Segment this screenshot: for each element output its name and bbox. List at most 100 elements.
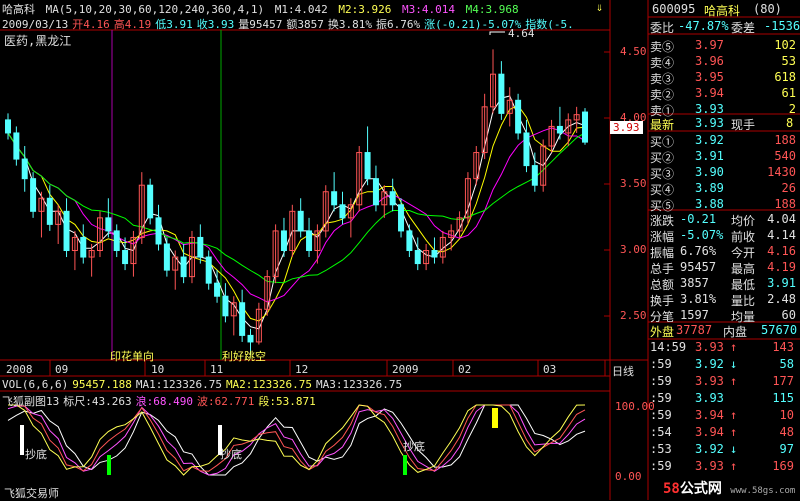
date: 2009/03/13: [2, 18, 69, 31]
indicator-biaochi: 标尺:43.263: [63, 395, 132, 408]
candle-body: [197, 236, 204, 258]
stat-row: 涨跌 -0.21 均价 4.04: [648, 211, 798, 228]
x-label: 10: [151, 363, 165, 376]
candle-body: [414, 250, 421, 265]
ask-row[interactable]: 卖③ 3.95 618: [648, 69, 798, 86]
xianshou-label: 现手: [731, 118, 756, 132]
ma-label: MA(5,10,20,30,60,120,240,360,4,1): [45, 3, 265, 16]
bid-row[interactable]: 买② 3.91 540: [648, 148, 798, 165]
ask-vol: 102: [774, 38, 796, 52]
ma-line: [7, 104, 586, 322]
indicator-lang: 浪:68.490: [135, 395, 193, 408]
vol-value: 95457.188: [72, 378, 132, 391]
tick-price: 3.93: [695, 340, 724, 354]
candle-body: [531, 165, 538, 186]
ma-m3: M3:4.014: [402, 3, 455, 16]
ask-vol: 53: [781, 54, 796, 68]
tick-time: :53: [650, 442, 672, 456]
y-tick: 3.50: [620, 177, 647, 190]
x-label: 2008: [6, 363, 33, 376]
x-label: 09: [55, 363, 69, 376]
ask-vol: 2: [788, 102, 796, 116]
watermark: 58公式网 www.58gs.com: [663, 481, 796, 497]
period-label[interactable]: 日线: [612, 363, 634, 379]
candle-body: [113, 230, 120, 252]
ask-row[interactable]: 卖④ 3.96 53: [648, 53, 798, 70]
tick-vol: 169: [772, 459, 794, 473]
stat-value: 3.91: [767, 276, 796, 290]
indicator-header: 飞狐副图13 标尺:43.263 浪:68.490 波:62.771 段:53.871: [2, 393, 320, 409]
indicator-bo: 波:62.771: [196, 395, 255, 408]
arrow-down-icon[interactable]: ⇓: [596, 0, 603, 14]
stat-value: 6.76%: [680, 244, 717, 258]
moving-average-lines: [7, 95, 586, 330]
candle-body: [239, 302, 246, 336]
amount: 额3857: [286, 18, 324, 31]
annotation-stamp-duty: 印花单向: [110, 350, 154, 363]
max-price-label: 4.64: [508, 27, 535, 40]
max-pointer: [489, 31, 505, 35]
tick-time: :59: [650, 357, 672, 371]
bid-vol: 540: [774, 149, 796, 163]
tick-row: :59 3.93 ↑ 177: [648, 374, 798, 390]
ma-m1: M1:4.042: [274, 3, 328, 16]
open: 开4.16: [72, 18, 110, 31]
tick-row: 14:59 3.93 ↑ 143: [648, 340, 798, 356]
weicha-value: -1536: [764, 19, 800, 33]
tick-price: 3.92: [695, 442, 724, 456]
bid-row[interactable]: 买④ 3.89 26: [648, 180, 798, 197]
ask-price: 3.94: [695, 86, 724, 100]
candle-body: [306, 230, 313, 252]
candle-body: [331, 191, 338, 206]
indicator-line: [7, 404, 586, 476]
signal-bar: [492, 408, 498, 428]
candle-body: [163, 243, 170, 271]
stat-row: 振幅 6.76% 今开 4.16: [648, 243, 798, 260]
vol-ma1: MA1:123326.75: [135, 378, 222, 391]
tick-row: :59 3.93 ↑ 169: [648, 459, 798, 475]
x-label: 02: [458, 363, 472, 376]
tick-vol: 177: [772, 374, 794, 388]
annotation-good-news-gap: 利好跳空: [222, 350, 266, 363]
bid-price: 3.91: [695, 149, 724, 163]
y-tick: 3.00: [620, 243, 647, 256]
bid-vol: 188: [774, 133, 796, 147]
tick-vol: 10: [779, 408, 794, 422]
y-tick: 4.50: [620, 45, 647, 58]
indicator-name: 飞狐副图13: [2, 395, 60, 408]
bid-row[interactable]: 买① 3.92 188: [648, 132, 798, 149]
signal-bar: [403, 455, 407, 475]
ask-price: 3.95: [695, 70, 724, 84]
tick-row: :59 3.93 115: [648, 391, 798, 407]
indicator-lines: [7, 404, 586, 476]
ask-vol: 618: [774, 70, 796, 84]
high: 高4.19: [113, 18, 152, 31]
candle-body: [13, 132, 20, 160]
weibi-value: -47.87%: [678, 19, 729, 33]
tick-row: :59 3.92 ↓ 58: [648, 357, 798, 373]
bid-price: 3.88: [695, 197, 724, 211]
stat-value: 4.14: [767, 228, 796, 242]
tick-time: :59: [650, 374, 672, 388]
x-label: 11: [210, 363, 224, 376]
close: 收3.93: [196, 18, 235, 31]
bid-row[interactable]: 买③ 3.90 1430: [648, 164, 798, 181]
bid-row[interactable]: 买⑤ 3.88 188: [648, 196, 798, 213]
ask-row[interactable]: 卖⑤ 3.97 102: [648, 37, 798, 54]
ask-row[interactable]: 卖② 3.94 61: [648, 85, 798, 102]
stat-value: 4.16: [767, 244, 796, 258]
low: 低3.91: [155, 18, 193, 31]
tick-time: :59: [650, 459, 672, 473]
candle-body: [122, 250, 129, 265]
bid-vol: 26: [781, 181, 796, 195]
amplitude: 振6.76%: [375, 18, 421, 31]
tick-row: :53 3.92 ↓ 97: [648, 442, 798, 458]
candle-body: [339, 204, 346, 219]
y-tick: 2.50: [620, 309, 647, 322]
stock-name-panel: 哈高科: [704, 4, 741, 18]
ma-line: [7, 95, 586, 330]
tick-price: 3.93: [695, 374, 724, 388]
stat-row: 换手 3.81% 量比 2.48: [648, 291, 798, 308]
candle-body: [406, 230, 413, 252]
tick-price: 3.92: [695, 357, 724, 371]
